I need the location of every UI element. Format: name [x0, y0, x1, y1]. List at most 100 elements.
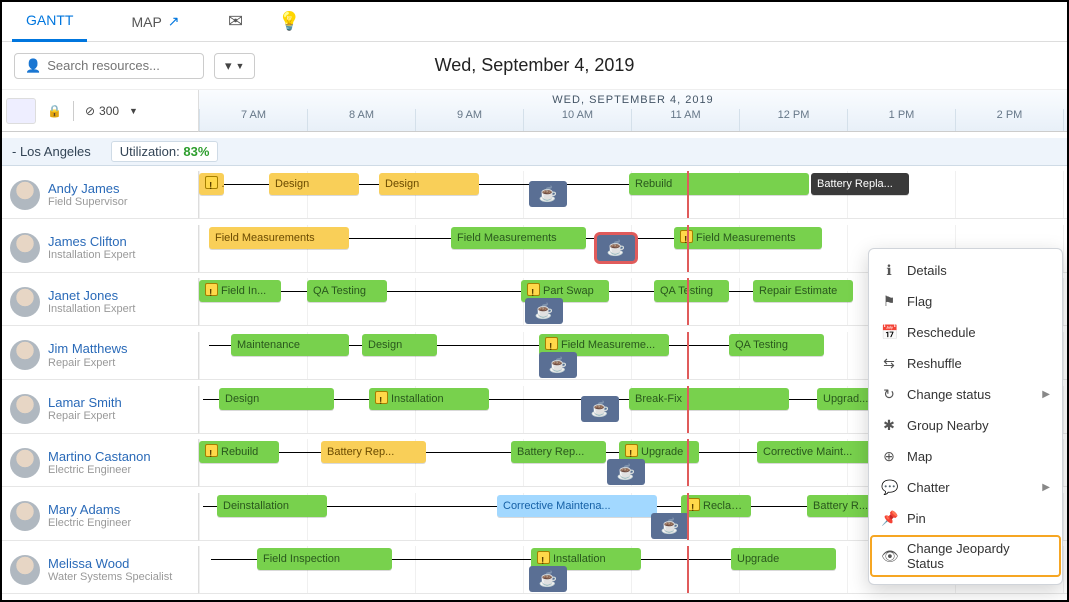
tab-bar: GANTT MAP ↗ ✉ 💡 — [2, 2, 1067, 42]
tab-map[interactable]: MAP ↗ — [117, 2, 193, 42]
break-icon[interactable]: ☕ — [581, 396, 619, 422]
resource-row-left[interactable]: Melissa Wood Water Systems Specialist — [2, 546, 199, 594]
lock-button[interactable]: 🔒 — [40, 100, 69, 122]
filter-button[interactable]: ▾ ▼ — [214, 53, 255, 79]
appointment-label: Battery R... — [813, 500, 868, 512]
context-menu-item[interactable]: 👁 Change Jeopardy Status — [869, 534, 1062, 578]
appointment-label: Maintenance — [237, 339, 300, 351]
appointment-bar[interactable]: QA Testing — [729, 334, 824, 356]
context-menu-item[interactable]: 📅 Reschedule — [869, 317, 1062, 348]
collapse-button[interactable] — [6, 98, 36, 124]
appointment-bar[interactable]: ... — [199, 173, 224, 195]
resource-row-left[interactable]: Martino Castanon Electric Engineer — [2, 439, 199, 487]
warning-icon — [205, 283, 218, 296]
context-menu-item[interactable]: ↻ Change status ▶ — [869, 379, 1062, 410]
avatar — [10, 340, 40, 370]
appointment-bar[interactable]: Corrective Maint... — [757, 441, 872, 463]
appointment-bar[interactable]: Field Measurements — [209, 227, 349, 249]
context-menu-item[interactable]: 💬 Chatter ▶ — [869, 472, 1062, 503]
appointment-bar[interactable]: Battery Rep... — [511, 441, 606, 463]
appointment-label: QA Testing — [735, 339, 788, 351]
tab-gantt[interactable]: GANTT — [12, 2, 87, 42]
appointment-bar[interactable]: QA Testing — [307, 280, 387, 302]
territory-group-row[interactable]: - Los Angeles Utilization: 83% — [2, 138, 1067, 166]
search-input[interactable] — [47, 58, 193, 73]
appointment-bar[interactable]: Reclam... — [681, 495, 751, 517]
appointment-bar[interactable]: Upgrade — [731, 548, 836, 570]
appointment-bar[interactable]: Break-Fix — [629, 388, 789, 410]
appointment-bar[interactable]: Installation — [369, 388, 489, 410]
appointment-bar[interactable]: Repair Estimate — [753, 280, 853, 302]
resource-row-left[interactable]: Lamar Smith Repair Expert — [2, 386, 199, 434]
appointment-bar[interactable]: Corrective Maintena... — [497, 495, 657, 517]
warning-icon — [205, 176, 218, 189]
break-icon[interactable]: ☕ — [525, 298, 563, 324]
avatar — [10, 501, 40, 531]
resource-row-left[interactable]: James Clifton Installation Expert — [2, 225, 199, 273]
hour-cell: 9 AM — [415, 109, 523, 131]
appointment-bar[interactable]: Design — [379, 173, 479, 195]
context-menu-item[interactable]: ✱ Group Nearby — [869, 410, 1062, 441]
appointment-bar[interactable]: Design — [269, 173, 359, 195]
warning-icon — [545, 337, 558, 350]
menu-icon: ⚑ — [881, 293, 897, 310]
divider — [73, 101, 74, 121]
context-menu-item[interactable]: ℹ Details — [869, 255, 1062, 286]
appointment-bar[interactable]: Field Inspection — [257, 548, 392, 570]
appointment-bar[interactable]: Rebuild — [629, 173, 809, 195]
appointment-bar[interactable]: Battery Rep... — [321, 441, 426, 463]
appointment-label: Battery Rep... — [517, 446, 584, 458]
appointment-label: Field Measureme... — [561, 339, 655, 351]
break-icon[interactable]: ☕ — [529, 181, 567, 207]
search-input-wrap[interactable]: 👤 — [14, 53, 204, 79]
warning-icon — [625, 444, 638, 457]
appointment-bar[interactable]: Battery Repla... — [811, 173, 909, 195]
break-icon[interactable]: ☕ — [607, 459, 645, 485]
resource-row-left[interactable]: Andy James Field Supervisor — [2, 171, 199, 219]
mail-icon[interactable]: ✉ — [224, 10, 248, 34]
appointment-bar[interactable]: Battery R... — [807, 495, 877, 517]
appointment-label: Field Measurements — [696, 232, 796, 244]
resource-role: Installation Expert — [48, 249, 135, 261]
menu-label: Chatter — [907, 480, 950, 495]
appointment-bar[interactable]: Field In... — [199, 280, 281, 302]
resource-row-left[interactable]: Jim Matthews Repair Expert — [2, 332, 199, 380]
appointment-bar[interactable]: Field Measurements — [451, 227, 586, 249]
appointment-bar[interactable]: Design — [362, 334, 437, 356]
break-icon[interactable]: ☕ — [651, 513, 689, 539]
appointment-bar[interactable]: Maintenance — [231, 334, 349, 356]
appointment-label: Design — [225, 393, 259, 405]
warning-icon — [375, 391, 388, 404]
resource-name: Mary Adams — [48, 503, 131, 517]
appointment-bar[interactable]: Rebuild — [199, 441, 279, 463]
warning-icon — [205, 444, 218, 457]
appointment-bar[interactable]: Design — [219, 388, 334, 410]
resource-role: Field Supervisor — [48, 196, 127, 208]
context-menu-item[interactable]: ⚑ Flag — [869, 286, 1062, 317]
appointment-label: Field Measurements — [215, 232, 315, 244]
menu-icon: ⊕ — [881, 448, 897, 465]
resource-name: Andy James — [48, 182, 127, 196]
hour-cell: 12 PM — [739, 109, 847, 131]
avatar — [10, 287, 40, 317]
context-menu-item[interactable]: ⊕ Map — [869, 441, 1062, 472]
appointment-bar[interactable]: Deinstallation — [217, 495, 327, 517]
menu-icon: 📅 — [881, 324, 897, 341]
filter-icon: ▾ — [225, 58, 232, 74]
resource-row-left[interactable]: Janet Jones Installation Expert — [2, 278, 199, 326]
break-icon[interactable]: ☕ — [597, 235, 635, 261]
count-button[interactable]: ⊘ 300 ▼ — [78, 100, 145, 122]
appointment-label: Rebuild — [635, 178, 672, 190]
hour-cell: 10 AM — [523, 109, 631, 131]
resource-name: Jim Matthews — [48, 342, 127, 356]
break-icon[interactable]: ☕ — [529, 566, 567, 592]
resource-row-left[interactable]: Mary Adams Electric Engineer — [2, 493, 199, 541]
context-menu-item[interactable]: 📌 Pin — [869, 503, 1062, 534]
context-menu-item[interactable]: ⇆ Reshuffle — [869, 348, 1062, 379]
hour-cell: 3 PM — [1063, 109, 1069, 131]
break-icon[interactable]: ☕ — [539, 352, 577, 378]
appointment-bar[interactable]: Field Measurements — [674, 227, 822, 249]
lightbulb-icon[interactable]: 💡 — [278, 10, 302, 34]
appointment-bar[interactable]: QA Testing — [654, 280, 729, 302]
menu-label: Pin — [907, 511, 926, 526]
